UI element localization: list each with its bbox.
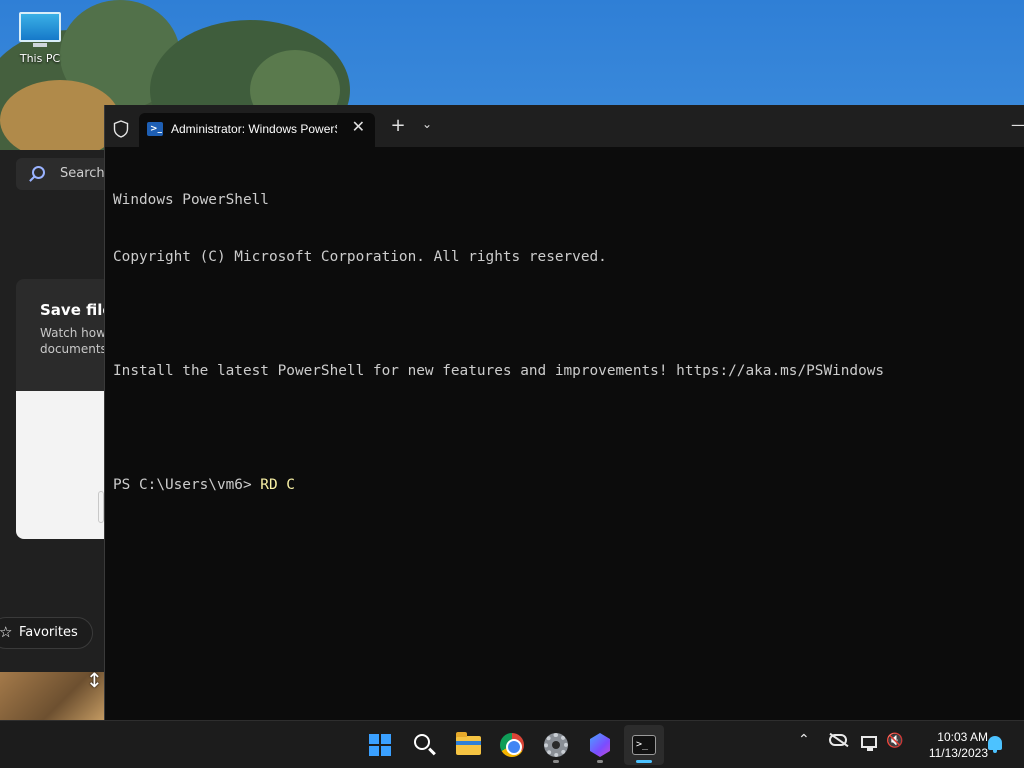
admin-shield-icon (113, 120, 129, 138)
terminal-icon: >_ (632, 735, 656, 755)
taskbar-settings[interactable] (536, 725, 576, 765)
new-tab-button[interactable]: + (388, 115, 408, 136)
terminal-window[interactable]: >_ Administrator: Windows PowerShell ✕ +… (104, 105, 1024, 720)
taskbar-file-explorer[interactable] (448, 725, 488, 765)
wallpaper-rock (0, 80, 120, 160)
taskbar: >_ ⌃ 🔇 10:03 AM 11/13/2023 (0, 720, 1024, 768)
taskbar-chrome[interactable] (492, 725, 532, 765)
chrome-icon (500, 733, 524, 757)
star-icon: ☆ (0, 623, 13, 641)
minimize-button[interactable]: — (1011, 115, 1024, 134)
clock-time: 10:03 AM (937, 730, 988, 744)
running-indicator (553, 760, 559, 763)
show-hidden-icons-chevron-icon[interactable]: ⌃ (798, 732, 810, 748)
favorites-label: Favorites (19, 625, 78, 640)
background-promo-card-media (16, 391, 116, 539)
desktop-icon-this-pc[interactable]: This PC (12, 10, 68, 65)
terminal-titlebar[interactable]: >_ Administrator: Windows PowerShell ✕ +… (105, 105, 1024, 147)
search-icon (32, 166, 45, 179)
volume-muted-icon[interactable]: 🔇 (886, 733, 903, 749)
onedrive-offline-icon[interactable] (829, 734, 847, 746)
taskbar-terminal[interactable]: >_ (624, 725, 664, 765)
copilot-icon (590, 733, 610, 757)
clock-date: 11/13/2023 (928, 746, 988, 760)
windows-logo-icon (369, 734, 391, 756)
this-pc-icon (19, 12, 61, 47)
tab-dropdown-chevron-icon[interactable]: ⌄ (419, 117, 435, 131)
taskbar-clock[interactable]: 10:03 AM 11/13/2023 (912, 729, 988, 761)
search-icon (414, 734, 430, 750)
powershell-icon: >_ (147, 122, 163, 136)
desktop-icon-label: This PC (19, 52, 61, 65)
console-prompt-line[interactable]: PS C:\Users\vm6> RD C (113, 476, 1013, 495)
console-line: Copyright (C) Microsoft Corporation. All… (113, 249, 607, 265)
notification-bell-icon[interactable] (988, 736, 1002, 753)
console-output[interactable]: Windows PowerShell Copyright (C) Microso… (113, 153, 1013, 533)
running-indicator (597, 760, 603, 763)
start-button[interactable] (360, 725, 400, 765)
active-indicator (636, 760, 652, 763)
console-command[interactable]: RD C (260, 477, 295, 493)
tab-powershell[interactable]: >_ Administrator: Windows PowerShell ✕ (139, 113, 375, 147)
resize-cursor-icon: ↕ (86, 668, 103, 692)
console-line: Windows PowerShell (113, 192, 269, 208)
network-icon[interactable] (861, 736, 877, 751)
background-search-box[interactable]: Search (16, 158, 116, 190)
background-search-label: Search (60, 166, 105, 181)
tab-title: Administrator: Windows PowerShell (171, 122, 337, 136)
favorites-button[interactable]: ☆ Favorites (0, 617, 93, 649)
console-prompt: PS C:\Users\vm6> (113, 477, 261, 493)
settings-gear-icon (544, 733, 568, 757)
taskbar-copilot[interactable] (580, 725, 620, 765)
taskbar-search-button[interactable] (404, 725, 444, 765)
folder-icon (456, 732, 481, 755)
console-line: Install the latest PowerShell for new fe… (113, 363, 885, 379)
close-tab-icon[interactable]: ✕ (352, 117, 365, 136)
background-promo-card: Save file Watch how documents. (16, 279, 116, 391)
